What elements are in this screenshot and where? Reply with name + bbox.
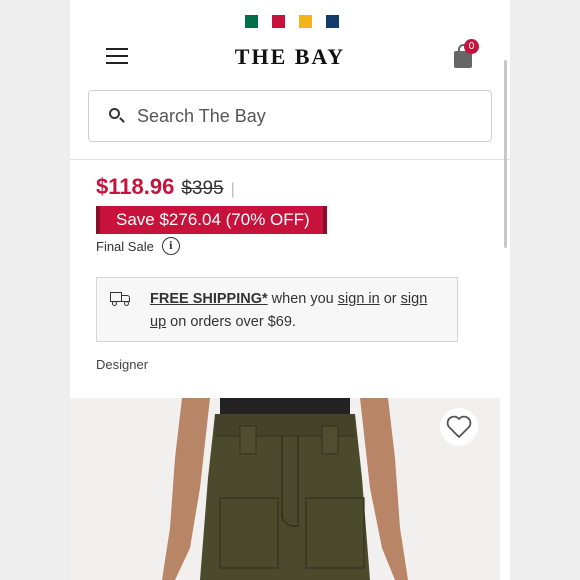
- product-page: THE BAY 0 $118.96 $395 | Save $276.04 (7…: [70, 0, 510, 580]
- header-divider: [70, 159, 510, 160]
- product-photo: [162, 398, 408, 580]
- savings-banner: Save $276.04 (70% OFF): [96, 206, 327, 234]
- sale-price: $118.96: [96, 174, 175, 199]
- brand-stripe-green: [245, 15, 258, 28]
- search-input[interactable]: [137, 105, 467, 127]
- shipping-text-or: or: [379, 291, 401, 307]
- original-price: $395: [181, 178, 224, 199]
- brand-stripe-navy: [326, 15, 339, 28]
- shipping-text-suffix: on orders over $69.: [166, 314, 296, 330]
- product-image[interactable]: [70, 398, 500, 580]
- final-sale-label: Final Sale: [96, 238, 154, 254]
- free-shipping-link[interactable]: FREE SHIPPING*: [150, 291, 268, 307]
- shipping-text-when: when you: [267, 291, 338, 307]
- shipping-info-box: FREE SHIPPING* when you sign in or sign …: [96, 277, 458, 342]
- sign-in-link[interactable]: sign in: [338, 291, 380, 307]
- site-logo[interactable]: THE BAY: [70, 44, 510, 70]
- search-bar[interactable]: [88, 90, 492, 142]
- cart-count-badge: 0: [464, 39, 479, 54]
- truck-icon: [110, 292, 132, 306]
- brand-stripe-red: [272, 15, 285, 28]
- scrollbar[interactable]: [504, 60, 507, 248]
- wishlist-button[interactable]: [440, 408, 478, 446]
- brand-stripe-yellow: [299, 15, 312, 28]
- final-sale-row: Final Sale i: [96, 237, 180, 255]
- brand-stripes: [245, 15, 339, 28]
- search-icon: [109, 108, 125, 124]
- heart-icon: [446, 415, 472, 438]
- price-separator: |: [230, 181, 235, 198]
- designer-label: Designer: [96, 357, 149, 372]
- info-icon[interactable]: i: [161, 237, 180, 255]
- price-row: $118.96 $395 |: [96, 174, 235, 200]
